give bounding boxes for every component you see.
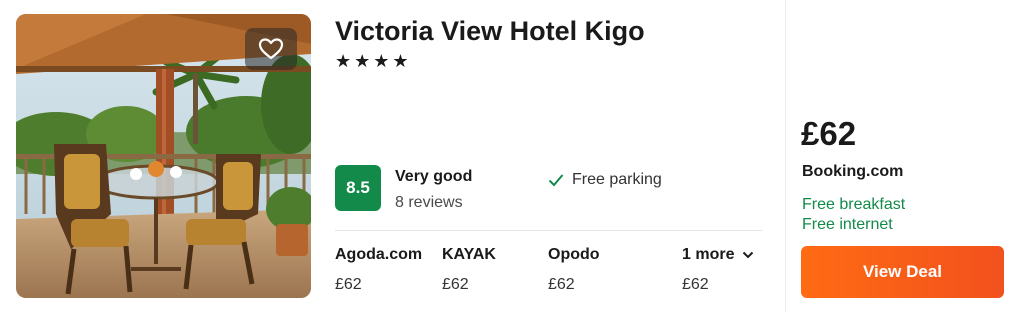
hotel-name[interactable]: Victoria View Hotel Kigo: [335, 16, 645, 47]
perk-free-breakfast: Free breakfast: [802, 196, 906, 213]
column-divider: [785, 0, 786, 312]
provider-name: Agoda.com: [335, 246, 423, 263]
view-deal-button[interactable]: View Deal: [801, 246, 1004, 298]
provider-opodo[interactable]: Opodo £62: [548, 246, 600, 294]
provider-kayak[interactable]: KAYAK £62: [442, 246, 496, 294]
amenity-label: Free parking: [572, 171, 662, 188]
review-count[interactable]: 8 reviews: [395, 194, 463, 212]
deal-price: £62: [801, 115, 857, 152]
more-label: 1 more: [682, 246, 735, 263]
rating-label: Very good: [395, 168, 473, 185]
provider-name: Opodo: [548, 246, 600, 263]
favorite-button[interactable]: [245, 28, 297, 70]
rating-score-badge: 8.5: [335, 165, 381, 211]
perk-free-internet: Free internet: [802, 216, 893, 233]
more-price: £62: [682, 276, 709, 293]
provider-price: £62: [442, 276, 469, 293]
divider: [335, 230, 762, 231]
deal-site: Booking.com: [802, 163, 904, 180]
provider-agoda[interactable]: Agoda.com £62: [335, 246, 422, 294]
chevron-down-icon: [742, 251, 754, 259]
provider-price: £62: [335, 276, 362, 293]
star-rating: ★★★★: [335, 51, 412, 71]
hotel-result-card: Victoria View Hotel Kigo ★★★★ 8.5 Very g…: [0, 0, 1024, 312]
provider-price: £62: [548, 276, 575, 293]
more-providers-button[interactable]: 1 more: [682, 246, 754, 264]
amenity-free-parking: Free parking: [548, 171, 662, 189]
more-providers[interactable]: 1 more £62: [682, 246, 754, 294]
check-icon: [548, 173, 564, 187]
hotel-photo[interactable]: [16, 14, 311, 298]
heart-icon: [258, 37, 284, 61]
provider-name: KAYAK: [442, 246, 496, 263]
